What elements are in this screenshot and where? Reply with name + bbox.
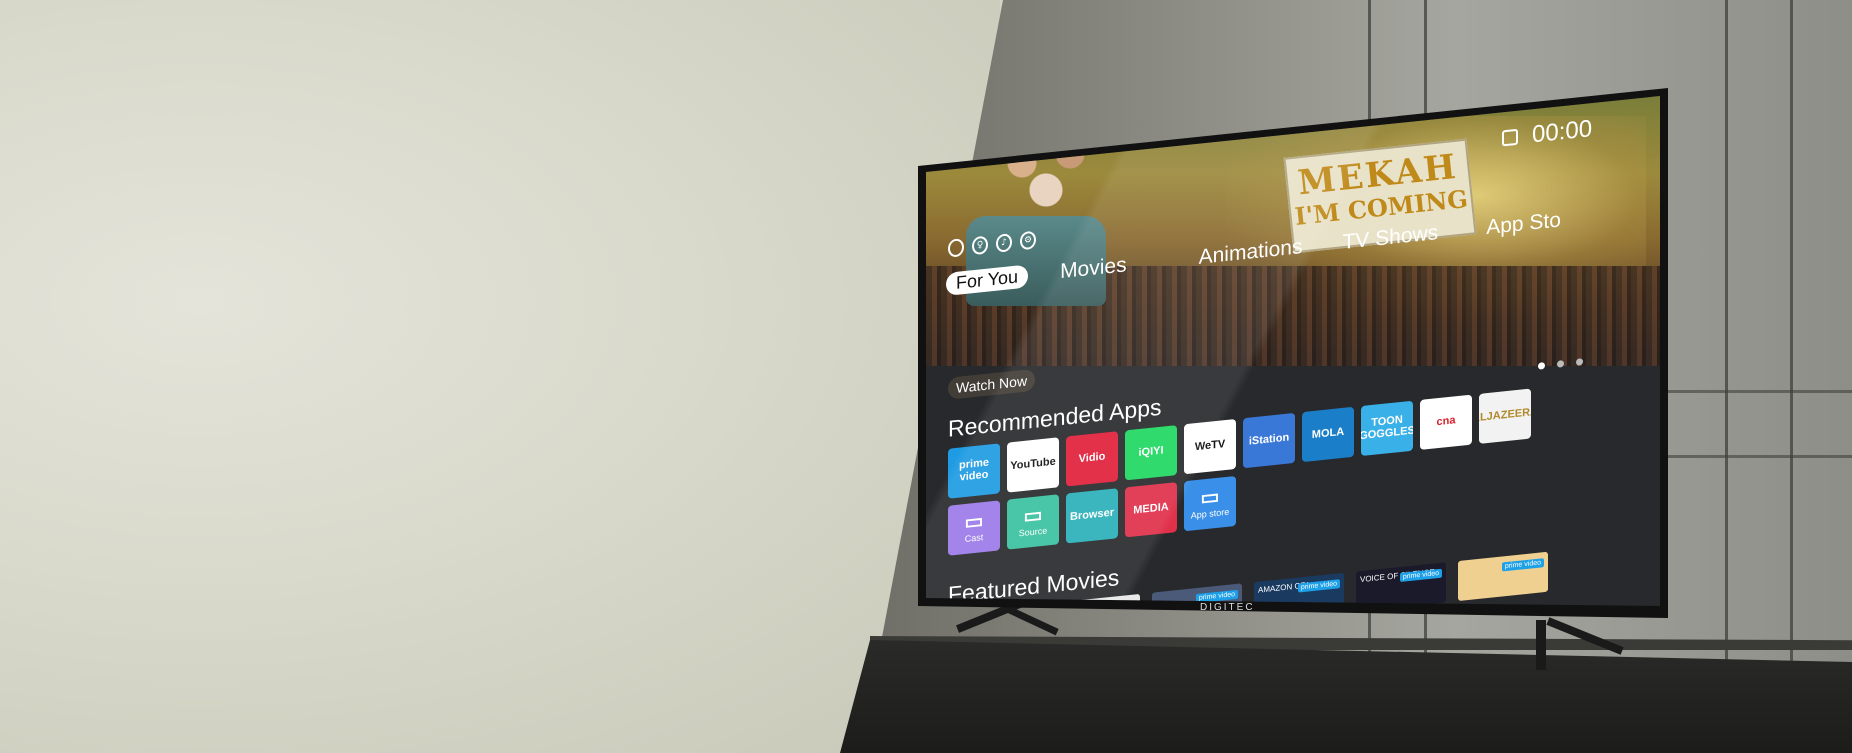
app-tile-label: WeTV bbox=[1194, 438, 1226, 454]
carousel-dot[interactable] bbox=[1576, 358, 1583, 366]
app-tile-sublabel: Cast bbox=[964, 532, 984, 545]
app-tile[interactable]: prime video bbox=[948, 443, 1000, 499]
profile-icon[interactable]: ♀ bbox=[972, 235, 988, 256]
tv-ui-layer: ♀ ♪ ⚙ For You Movies Animations TV Shows… bbox=[926, 96, 1660, 606]
settings-icon[interactable]: ⚙ bbox=[1020, 230, 1036, 251]
notification-icon[interactable]: ♪ bbox=[996, 233, 1012, 253]
app-tile-sublabel: App store bbox=[1190, 506, 1230, 521]
clock: 00:00 bbox=[1532, 115, 1593, 149]
app-tile-label: ALJAZEERA bbox=[1479, 405, 1531, 425]
app-tile-label: YouTube bbox=[1010, 455, 1056, 473]
app-tile-label: MOLA bbox=[1311, 426, 1345, 442]
nav-tabs: For You Movies Animations TV Shows App S… bbox=[946, 208, 1561, 296]
app-tile-icon: ▭ bbox=[964, 510, 984, 535]
wall-panel-line bbox=[1668, 390, 1852, 393]
app-tile-label: MEDIA bbox=[1133, 501, 1169, 517]
app-tile-label: iStation bbox=[1248, 431, 1290, 448]
app-tile[interactable]: WeTV bbox=[1184, 418, 1236, 475]
app-tile-label: TOON GOGGLES bbox=[1361, 414, 1413, 443]
tab-tv-shows[interactable]: TV Shows bbox=[1342, 221, 1438, 255]
app-tile[interactable]: TOON GOGGLES bbox=[1361, 400, 1413, 457]
carousel-dot[interactable] bbox=[1557, 360, 1564, 368]
app-tile[interactable]: ALJAZEERA bbox=[1479, 388, 1531, 444]
app-tile[interactable]: MOLA bbox=[1302, 406, 1354, 463]
user-icon[interactable] bbox=[948, 238, 964, 258]
app-tile-label: prime video bbox=[959, 456, 989, 484]
tab-movies[interactable]: Movies bbox=[1060, 253, 1127, 284]
app-tile-label: cna bbox=[1436, 414, 1456, 429]
app-tile[interactable]: YouTube bbox=[1007, 437, 1059, 493]
app-tile[interactable]: ▭ Source bbox=[1007, 494, 1059, 550]
recommended-apps-row: prime video YouTube Vidio iQIYI WeTV iStation… bbox=[948, 388, 1531, 499]
movie-card[interactable]: VOICE OF SILENCE prime video bbox=[1356, 562, 1446, 606]
watch-now-button[interactable]: Watch Now bbox=[948, 368, 1036, 400]
app-tile[interactable]: MEDIA bbox=[1125, 482, 1177, 538]
app-tile-label: iQIYI bbox=[1138, 444, 1164, 460]
app-tile-sublabel: Source bbox=[1018, 525, 1048, 539]
app-tile[interactable]: iStation bbox=[1243, 412, 1295, 469]
carousel-dot[interactable] bbox=[1538, 362, 1545, 370]
app-tile[interactable]: iQIYI bbox=[1125, 425, 1177, 481]
app-tile-icon: ▭ bbox=[1023, 504, 1043, 529]
carousel-dots bbox=[1538, 358, 1583, 370]
tv-screen: MEKAH I'M COMING ♀ ♪ ⚙ For You Movies An… bbox=[926, 96, 1660, 606]
network-icon bbox=[1502, 128, 1518, 147]
wall-left bbox=[0, 0, 1000, 753]
app-tile-icon: ▭ bbox=[1200, 485, 1220, 510]
tab-animations[interactable]: Animations bbox=[1199, 235, 1303, 270]
app-tile[interactable]: Vidio bbox=[1066, 431, 1118, 487]
app-tile[interactable]: Browser bbox=[1066, 488, 1118, 544]
wall-panel-line bbox=[1668, 455, 1852, 458]
tv-brand-logo: DIGITEC bbox=[1200, 602, 1255, 613]
app-tile[interactable]: ▭ App store bbox=[1184, 475, 1236, 532]
app-tile-label: Vidio bbox=[1078, 450, 1106, 466]
tab-for-you[interactable]: For You bbox=[946, 263, 1029, 296]
app-tile[interactable]: ▭ Cast bbox=[948, 500, 1000, 556]
prime-video-badge: prime video bbox=[1501, 558, 1544, 572]
movie-card[interactable]: AMAZON ORI prime video bbox=[1254, 572, 1344, 606]
status-icons: ♀ ♪ ⚙ bbox=[948, 230, 1036, 258]
app-tile[interactable]: cna bbox=[1420, 394, 1472, 450]
tv-leg-right bbox=[1536, 620, 1546, 670]
app-tile-label: Browser bbox=[1069, 506, 1115, 524]
movie-card[interactable]: prime video bbox=[1458, 551, 1548, 602]
tab-app-store[interactable]: App Sto bbox=[1486, 208, 1561, 240]
